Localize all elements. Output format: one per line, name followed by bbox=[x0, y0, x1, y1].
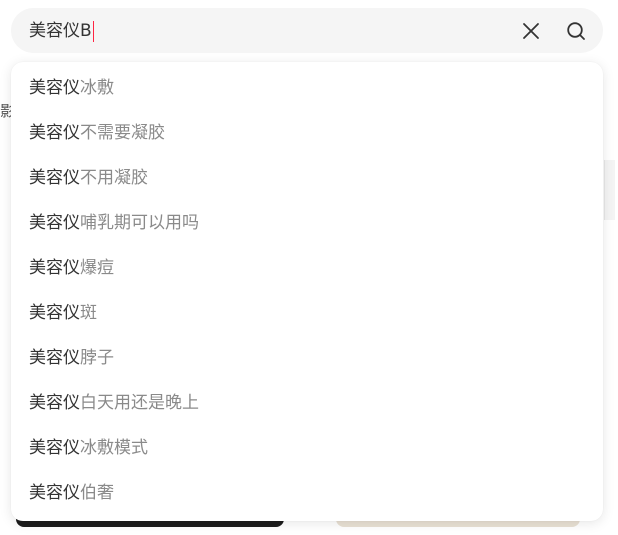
suggestion-item[interactable]: 美容仪不需要凝胶 bbox=[11, 111, 603, 156]
suggestion-rest-text: 脖子 bbox=[80, 348, 114, 368]
search-bar[interactable]: 美容仪B bbox=[11, 8, 603, 53]
suggestion-rest-text: 斑 bbox=[80, 303, 97, 323]
search-query-text: 美容仪B bbox=[29, 21, 92, 41]
text-caret bbox=[92, 20, 95, 42]
suggestion-item[interactable]: 美容仪爆痘 bbox=[11, 246, 603, 291]
suggestion-item[interactable]: 美容仪冰敷 bbox=[11, 66, 603, 111]
search-input[interactable]: 美容仪B bbox=[29, 19, 95, 43]
suggestion-rest-text: 伯奢 bbox=[80, 483, 114, 503]
suggestion-match-text: 美容仪 bbox=[29, 78, 80, 98]
suggestion-item[interactable]: 美容仪哺乳期可以用吗 bbox=[11, 201, 603, 246]
suggestion-match-text: 美容仪 bbox=[29, 168, 80, 188]
clear-search-button[interactable] bbox=[519, 19, 543, 43]
search-suggestion-dropdown: 美容仪冰敷 美容仪不需要凝胶 美容仪不用凝胶 美容仪哺乳期可以用吗 美容仪爆痘 … bbox=[11, 62, 603, 521]
suggestion-rest-text: 爆痘 bbox=[80, 258, 114, 278]
suggestion-match-text: 美容仪 bbox=[29, 213, 80, 233]
suggestion-item[interactable]: 美容仪斑 bbox=[11, 291, 603, 336]
suggestion-item[interactable]: 美容仪脖子 bbox=[11, 336, 603, 381]
suggestion-match-text: 美容仪 bbox=[29, 393, 80, 413]
suggestion-match-text: 美容仪 bbox=[29, 123, 80, 143]
suggestion-rest-text: 冰敷模式 bbox=[80, 438, 148, 458]
suggestion-match-text: 美容仪 bbox=[29, 258, 80, 278]
suggestion-item[interactable]: 美容仪冰敷模式 bbox=[11, 426, 603, 471]
suggestion-match-text: 美容仪 bbox=[29, 303, 80, 323]
suggestion-rest-text: 不需要凝胶 bbox=[80, 123, 165, 143]
suggestion-item[interactable]: 美容仪伯奢 bbox=[11, 471, 603, 516]
search-icon bbox=[567, 22, 585, 40]
suggestion-match-text: 美容仪 bbox=[29, 438, 80, 458]
suggestion-item[interactable]: 美容仪不用凝胶 bbox=[11, 156, 603, 201]
search-button[interactable] bbox=[564, 19, 588, 43]
suggestion-rest-text: 哺乳期可以用吗 bbox=[80, 213, 199, 233]
background-card-edge bbox=[604, 160, 615, 220]
suggestion-item[interactable]: 美容仪白天用还是晚上 bbox=[11, 381, 603, 426]
close-icon bbox=[523, 23, 539, 39]
suggestion-match-text: 美容仪 bbox=[29, 348, 80, 368]
suggestion-rest-text: 白天用还是晚上 bbox=[80, 393, 199, 413]
suggestion-match-text: 美容仪 bbox=[29, 483, 80, 503]
suggestion-rest-text: 冰敷 bbox=[80, 78, 114, 98]
suggestion-rest-text: 不用凝胶 bbox=[80, 168, 148, 188]
